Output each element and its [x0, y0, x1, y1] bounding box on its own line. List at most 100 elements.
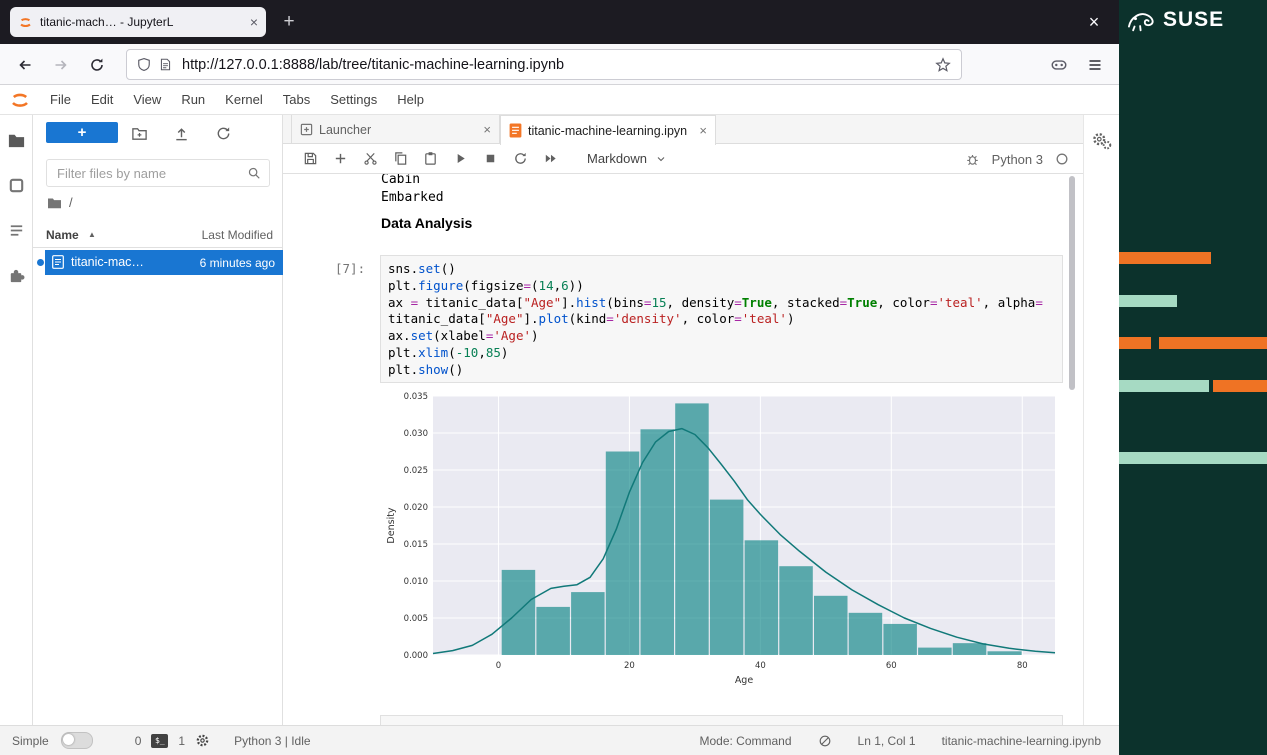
- url-bar[interactable]: [126, 49, 962, 80]
- privacy-mask-icon[interactable]: [1046, 52, 1072, 78]
- restart-run-all-button[interactable]: [541, 150, 559, 168]
- dock-tab-bar: Launcher × titanic-machine-learning.ipyn…: [283, 115, 1083, 144]
- jupyterlab-menubar: File Edit View Run Kernel Tabs Settings …: [0, 85, 1119, 115]
- terminal-icon[interactable]: $_: [151, 734, 168, 748]
- back-button[interactable]: [12, 52, 38, 78]
- file-list-header: Name ▲ Last Modified: [33, 223, 283, 248]
- debugger-bug-icon[interactable]: [965, 152, 980, 167]
- new-launcher-button[interactable]: +: [46, 122, 118, 143]
- suse-stripe: [1159, 337, 1267, 349]
- close-tab-icon[interactable]: ×: [699, 123, 707, 138]
- svg-text:40: 40: [755, 661, 766, 671]
- file-filter-box[interactable]: [46, 159, 270, 187]
- page-info-icon[interactable]: [159, 57, 172, 72]
- tab-close-icon[interactable]: ×: [250, 14, 258, 30]
- jupyter-logo: [8, 88, 32, 112]
- notebook-scrollbar[interactable]: [1069, 176, 1075, 390]
- menu-file[interactable]: File: [40, 85, 81, 115]
- column-name[interactable]: Name: [46, 228, 79, 242]
- copy-cells-button[interactable]: [391, 150, 409, 168]
- cut-cells-button[interactable]: [361, 150, 379, 168]
- refresh-file-list-button[interactable]: [213, 123, 233, 143]
- forward-button[interactable]: [48, 52, 74, 78]
- browser-window: titanic-mach… - JupyterL × + ×: [0, 0, 1119, 755]
- kernel-status-text[interactable]: Python 3 | Idle: [234, 734, 311, 748]
- svg-text:0.015: 0.015: [404, 540, 428, 550]
- suse-stripe: [1119, 380, 1209, 392]
- menu-edit[interactable]: Edit: [81, 85, 123, 115]
- next-cell-partial[interactable]: [380, 715, 1063, 725]
- svg-text:0.025: 0.025: [404, 466, 428, 476]
- insert-cell-button[interactable]: [331, 150, 349, 168]
- svg-text:Age: Age: [735, 675, 754, 686]
- browser-navbar: [0, 44, 1119, 85]
- kernel-name[interactable]: Python 3: [992, 152, 1043, 167]
- cursor-position[interactable]: Ln 1, Col 1: [858, 734, 916, 748]
- menu-tabs[interactable]: Tabs: [273, 85, 320, 115]
- browser-tab[interactable]: titanic-mach… - JupyterL ×: [10, 7, 266, 37]
- url-input[interactable]: [180, 56, 927, 74]
- breadcrumb[interactable]: /: [47, 195, 73, 210]
- tab-launcher-label: Launcher: [319, 123, 477, 137]
- menu-view[interactable]: View: [123, 85, 171, 115]
- kernels-count[interactable]: 1: [178, 734, 185, 748]
- suse-chameleon-logo: [1125, 6, 1159, 34]
- window-close-button[interactable]: ×: [1081, 9, 1107, 35]
- menu-run[interactable]: Run: [171, 85, 215, 115]
- notifications-off-icon[interactable]: [818, 734, 832, 748]
- browser-titlebar: titanic-mach… - JupyterL × + ×: [0, 0, 1119, 44]
- kernel-status-idle-icon[interactable]: [1055, 152, 1069, 166]
- run-cell-button[interactable]: [451, 150, 469, 168]
- property-inspector-gears-icon[interactable]: [1091, 131, 1113, 151]
- menu-help[interactable]: Help: [387, 85, 434, 115]
- notebook-file-icon: [52, 255, 64, 269]
- new-tab-button[interactable]: +: [276, 9, 302, 35]
- svg-text:0.000: 0.000: [404, 651, 428, 661]
- file-filter-input[interactable]: [55, 165, 247, 182]
- file-row-selected[interactable]: titanic-mac… 6 minutes ago: [45, 250, 283, 275]
- kernels-gear-icon[interactable]: [195, 733, 210, 748]
- svg-text:20: 20: [624, 661, 635, 671]
- reload-button[interactable]: [84, 52, 110, 78]
- cell-type-dropdown[interactable]: Markdown: [587, 151, 667, 166]
- terminals-count[interactable]: 0: [135, 734, 142, 748]
- chevron-down-icon: [655, 153, 667, 165]
- extension-manager-icon[interactable]: [7, 266, 26, 285]
- svg-text:0.020: 0.020: [404, 503, 428, 513]
- running-kernel-dot: [37, 259, 44, 266]
- home-folder-icon[interactable]: [47, 196, 62, 209]
- breadcrumb-root[interactable]: /: [69, 195, 73, 210]
- sort-ascending-icon[interactable]: ▲: [88, 230, 96, 239]
- tab-launcher[interactable]: Launcher ×: [291, 115, 500, 144]
- svg-text:80: 80: [1017, 661, 1028, 671]
- command-mode-indicator[interactable]: Mode: Command: [699, 734, 791, 748]
- previous-cell-output: Cabin Embarked: [381, 174, 444, 207]
- menu-settings[interactable]: Settings: [320, 85, 387, 115]
- age-density-chart: 0.0000.0050.0100.0150.0200.0250.0300.035…: [383, 388, 1059, 693]
- column-last-modified[interactable]: Last Modified: [202, 228, 273, 242]
- bookmark-star-icon[interactable]: [935, 57, 951, 73]
- running-sessions-icon[interactable]: [7, 176, 26, 195]
- suse-logo-row: SUSE: [1125, 6, 1224, 34]
- close-tab-icon[interactable]: ×: [483, 122, 491, 137]
- file-browser-icon[interactable]: [7, 131, 26, 150]
- restart-kernel-button[interactable]: [511, 150, 529, 168]
- menu-kernel[interactable]: Kernel: [215, 85, 273, 115]
- table-of-contents-icon[interactable]: [7, 221, 26, 240]
- notebook-scroll-area[interactable]: Cabin Embarked Data Analysis [7]: sns.se…: [283, 174, 1083, 725]
- menu-hamburger-icon[interactable]: [1082, 52, 1108, 78]
- suse-stripe: [1213, 380, 1267, 392]
- jupyter-favicon: [18, 15, 33, 30]
- save-button[interactable]: [301, 150, 319, 168]
- code-cell[interactable]: sns.set()plt.figure(figsize=(14,6))ax = …: [380, 255, 1063, 383]
- figure-output: 0.0000.0050.0100.0150.0200.0250.0300.035…: [383, 388, 1059, 693]
- suse-stripe: [1119, 252, 1211, 264]
- svg-text:60: 60: [886, 661, 897, 671]
- tab-notebook[interactable]: titanic-machine-learning.ipyn ×: [500, 115, 716, 145]
- simple-mode-toggle[interactable]: [61, 732, 93, 749]
- upload-button[interactable]: [171, 123, 191, 143]
- new-folder-button[interactable]: [129, 123, 149, 143]
- paste-cells-button[interactable]: [421, 150, 439, 168]
- tracking-shield-icon[interactable]: [137, 57, 151, 72]
- interrupt-kernel-button[interactable]: [481, 150, 499, 168]
